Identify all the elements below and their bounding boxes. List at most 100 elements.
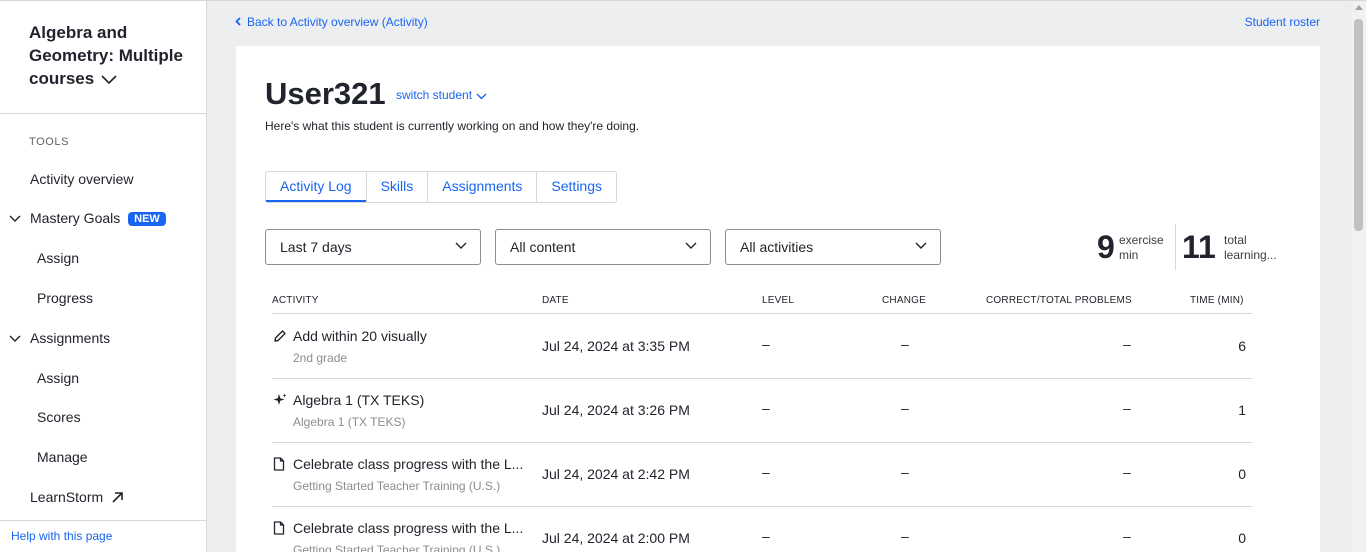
tab-settings[interactable]: Settings xyxy=(536,172,616,202)
student-roster-link[interactable]: Student roster xyxy=(1245,15,1320,29)
student-card: User321 switch student Here's what this … xyxy=(236,46,1320,552)
sidebar-item-assignments[interactable]: Assignments xyxy=(30,330,110,346)
new-badge: NEW xyxy=(128,212,166,226)
column-time[interactable]: TIME (MIN) xyxy=(1190,295,1244,306)
exercise-minutes-label: exercise min xyxy=(1119,233,1164,263)
table-header: ACTIVITY DATE LEVEL CHANGE CORRECT/TOTAL… xyxy=(272,292,1252,314)
activity-title[interactable]: Add within 20 visually xyxy=(293,328,427,344)
back-link-label: Back to Activity overview (Activity) xyxy=(247,15,428,29)
help-link[interactable]: Help with this page xyxy=(11,529,112,543)
activity-change: – xyxy=(901,336,909,352)
sidebar-item-assignments-scores[interactable]: Scores xyxy=(37,409,81,425)
back-link[interactable]: Back to Activity overview (Activity) xyxy=(235,15,428,29)
activity-title[interactable]: Celebrate class progress with the L... xyxy=(293,520,523,536)
sparkle-icon xyxy=(273,393,287,405)
activity-change: – xyxy=(901,400,909,416)
pencil-icon xyxy=(274,330,286,342)
chevron-down-icon xyxy=(455,242,467,249)
stat-label-line: exercise xyxy=(1119,233,1164,247)
activity-time: 0 xyxy=(1238,530,1246,546)
activity-title[interactable]: Celebrate class progress with the L... xyxy=(293,456,523,472)
activity-course: 2nd grade xyxy=(293,351,348,365)
period-value: Last 7 days xyxy=(280,239,352,255)
sidebar-item-mastery-progress[interactable]: Progress xyxy=(37,290,93,306)
activity-time: 0 xyxy=(1238,466,1246,482)
column-level[interactable]: LEVEL xyxy=(762,295,794,306)
total-learning-number: 11 xyxy=(1182,229,1216,265)
chevron-down-icon xyxy=(915,242,927,249)
activity-date: Jul 24, 2024 at 2:00 PM xyxy=(542,530,690,546)
chevron-left-icon xyxy=(235,17,241,26)
activity-course: Getting Started Teacher Training (U.S.) xyxy=(293,479,501,493)
sidebar-item-learnstorm[interactable]: LearnStorm xyxy=(30,489,124,505)
total-learning-stat: 11 total learning... xyxy=(1182,230,1292,268)
student-name: User321 xyxy=(265,76,386,111)
chevron-down-icon xyxy=(685,242,697,249)
activity-date: Jul 24, 2024 at 3:35 PM xyxy=(542,338,690,354)
sidebar-item-mastery-goals[interactable]: Mastery Goals NEW xyxy=(30,210,166,226)
external-link-icon xyxy=(112,492,123,503)
activities-value: All activities xyxy=(740,239,814,255)
chevron-down-icon[interactable] xyxy=(9,335,21,343)
switch-student-label: switch student xyxy=(396,88,473,102)
tab-assignments[interactable]: Assignments xyxy=(427,172,536,202)
sidebar-divider xyxy=(0,113,206,114)
activity-date: Jul 24, 2024 at 3:26 PM xyxy=(542,402,690,418)
activity-correct-total: – xyxy=(1123,528,1131,544)
chevron-down-icon[interactable] xyxy=(9,215,21,223)
period-dropdown[interactable]: Last 7 days xyxy=(265,229,481,265)
document-icon xyxy=(273,521,285,535)
tab-skills[interactable]: Skills xyxy=(365,172,428,202)
activity-date: Jul 24, 2024 at 2:42 PM xyxy=(542,466,690,482)
sidebar-item-mastery-assign[interactable]: Assign xyxy=(37,250,79,266)
sidebar-item-activity-overview[interactable]: Activity overview xyxy=(30,171,133,187)
table-row[interactable]: Add within 20 visually 2nd grade Jul 24,… xyxy=(272,315,1252,379)
sidebar-item-label: LearnStorm xyxy=(30,489,104,505)
activity-level: – xyxy=(762,528,770,544)
table-row[interactable]: Celebrate class progress with the L... G… xyxy=(272,507,1252,552)
activity-correct-total: – xyxy=(1123,336,1131,352)
activity-course: Getting Started Teacher Training (U.S.) xyxy=(293,543,501,552)
activity-level: – xyxy=(762,400,770,416)
scroll-up-arrow-icon[interactable] xyxy=(1355,5,1363,10)
switch-student-button[interactable]: switch student xyxy=(396,88,487,102)
table-row[interactable]: Celebrate class progress with the L... G… xyxy=(272,443,1252,507)
table-row[interactable]: Algebra 1 (TX TEKS) Algebra 1 (TX TEKS) … xyxy=(272,379,1252,443)
activity-time: 1 xyxy=(1238,402,1246,418)
exercise-minutes-stat: 9 exercise min xyxy=(1097,230,1172,268)
column-correct-total[interactable]: CORRECT/TOTAL PROBLEMS xyxy=(986,295,1132,306)
sidebar-item-assignments-manage[interactable]: Manage xyxy=(37,449,88,465)
scrollbar-thumb[interactable] xyxy=(1354,19,1363,231)
exercise-minutes-number: 9 xyxy=(1097,229,1115,265)
activity-change: – xyxy=(901,464,909,480)
content-value: All content xyxy=(510,239,576,255)
course-selector[interactable]: Algebra and Geometry: Multiple courses xyxy=(29,21,199,90)
page-scrollbar[interactable] xyxy=(1350,1,1366,552)
activity-change: – xyxy=(901,528,909,544)
stat-divider xyxy=(1175,224,1176,270)
page-subtitle: Here's what this student is currently wo… xyxy=(265,119,640,133)
activity-correct-total: – xyxy=(1123,464,1131,480)
stat-label-line: min xyxy=(1119,248,1139,262)
sidebar: Algebra and Geometry: Multiple courses T… xyxy=(0,1,207,552)
activity-title[interactable]: Algebra 1 (TX TEKS) xyxy=(293,392,424,408)
tab-bar: Activity Log Skills Assignments Settings xyxy=(265,171,618,203)
main-content: Back to Activity overview (Activity) Stu… xyxy=(207,1,1350,552)
activity-time: 6 xyxy=(1238,338,1246,354)
chevron-down-icon xyxy=(101,74,117,84)
column-change[interactable]: CHANGE xyxy=(882,295,926,306)
activities-dropdown[interactable]: All activities xyxy=(725,229,941,265)
sidebar-item-label: Mastery Goals xyxy=(30,210,121,226)
activity-correct-total: – xyxy=(1123,400,1131,416)
activity-level: – xyxy=(762,336,770,352)
tools-heading: TOOLS xyxy=(29,136,70,148)
content-dropdown[interactable]: All content xyxy=(495,229,711,265)
stat-label-line: total xyxy=(1224,233,1247,247)
column-activity[interactable]: ACTIVITY xyxy=(272,295,319,306)
chevron-down-icon xyxy=(476,93,487,100)
column-date[interactable]: DATE xyxy=(542,295,569,306)
sidebar-item-assignments-assign[interactable]: Assign xyxy=(37,370,79,386)
stat-label-line: learning... xyxy=(1224,248,1277,262)
tab-activity-log[interactable]: Activity Log xyxy=(266,172,366,202)
activity-course: Algebra 1 (TX TEKS) xyxy=(293,415,406,429)
